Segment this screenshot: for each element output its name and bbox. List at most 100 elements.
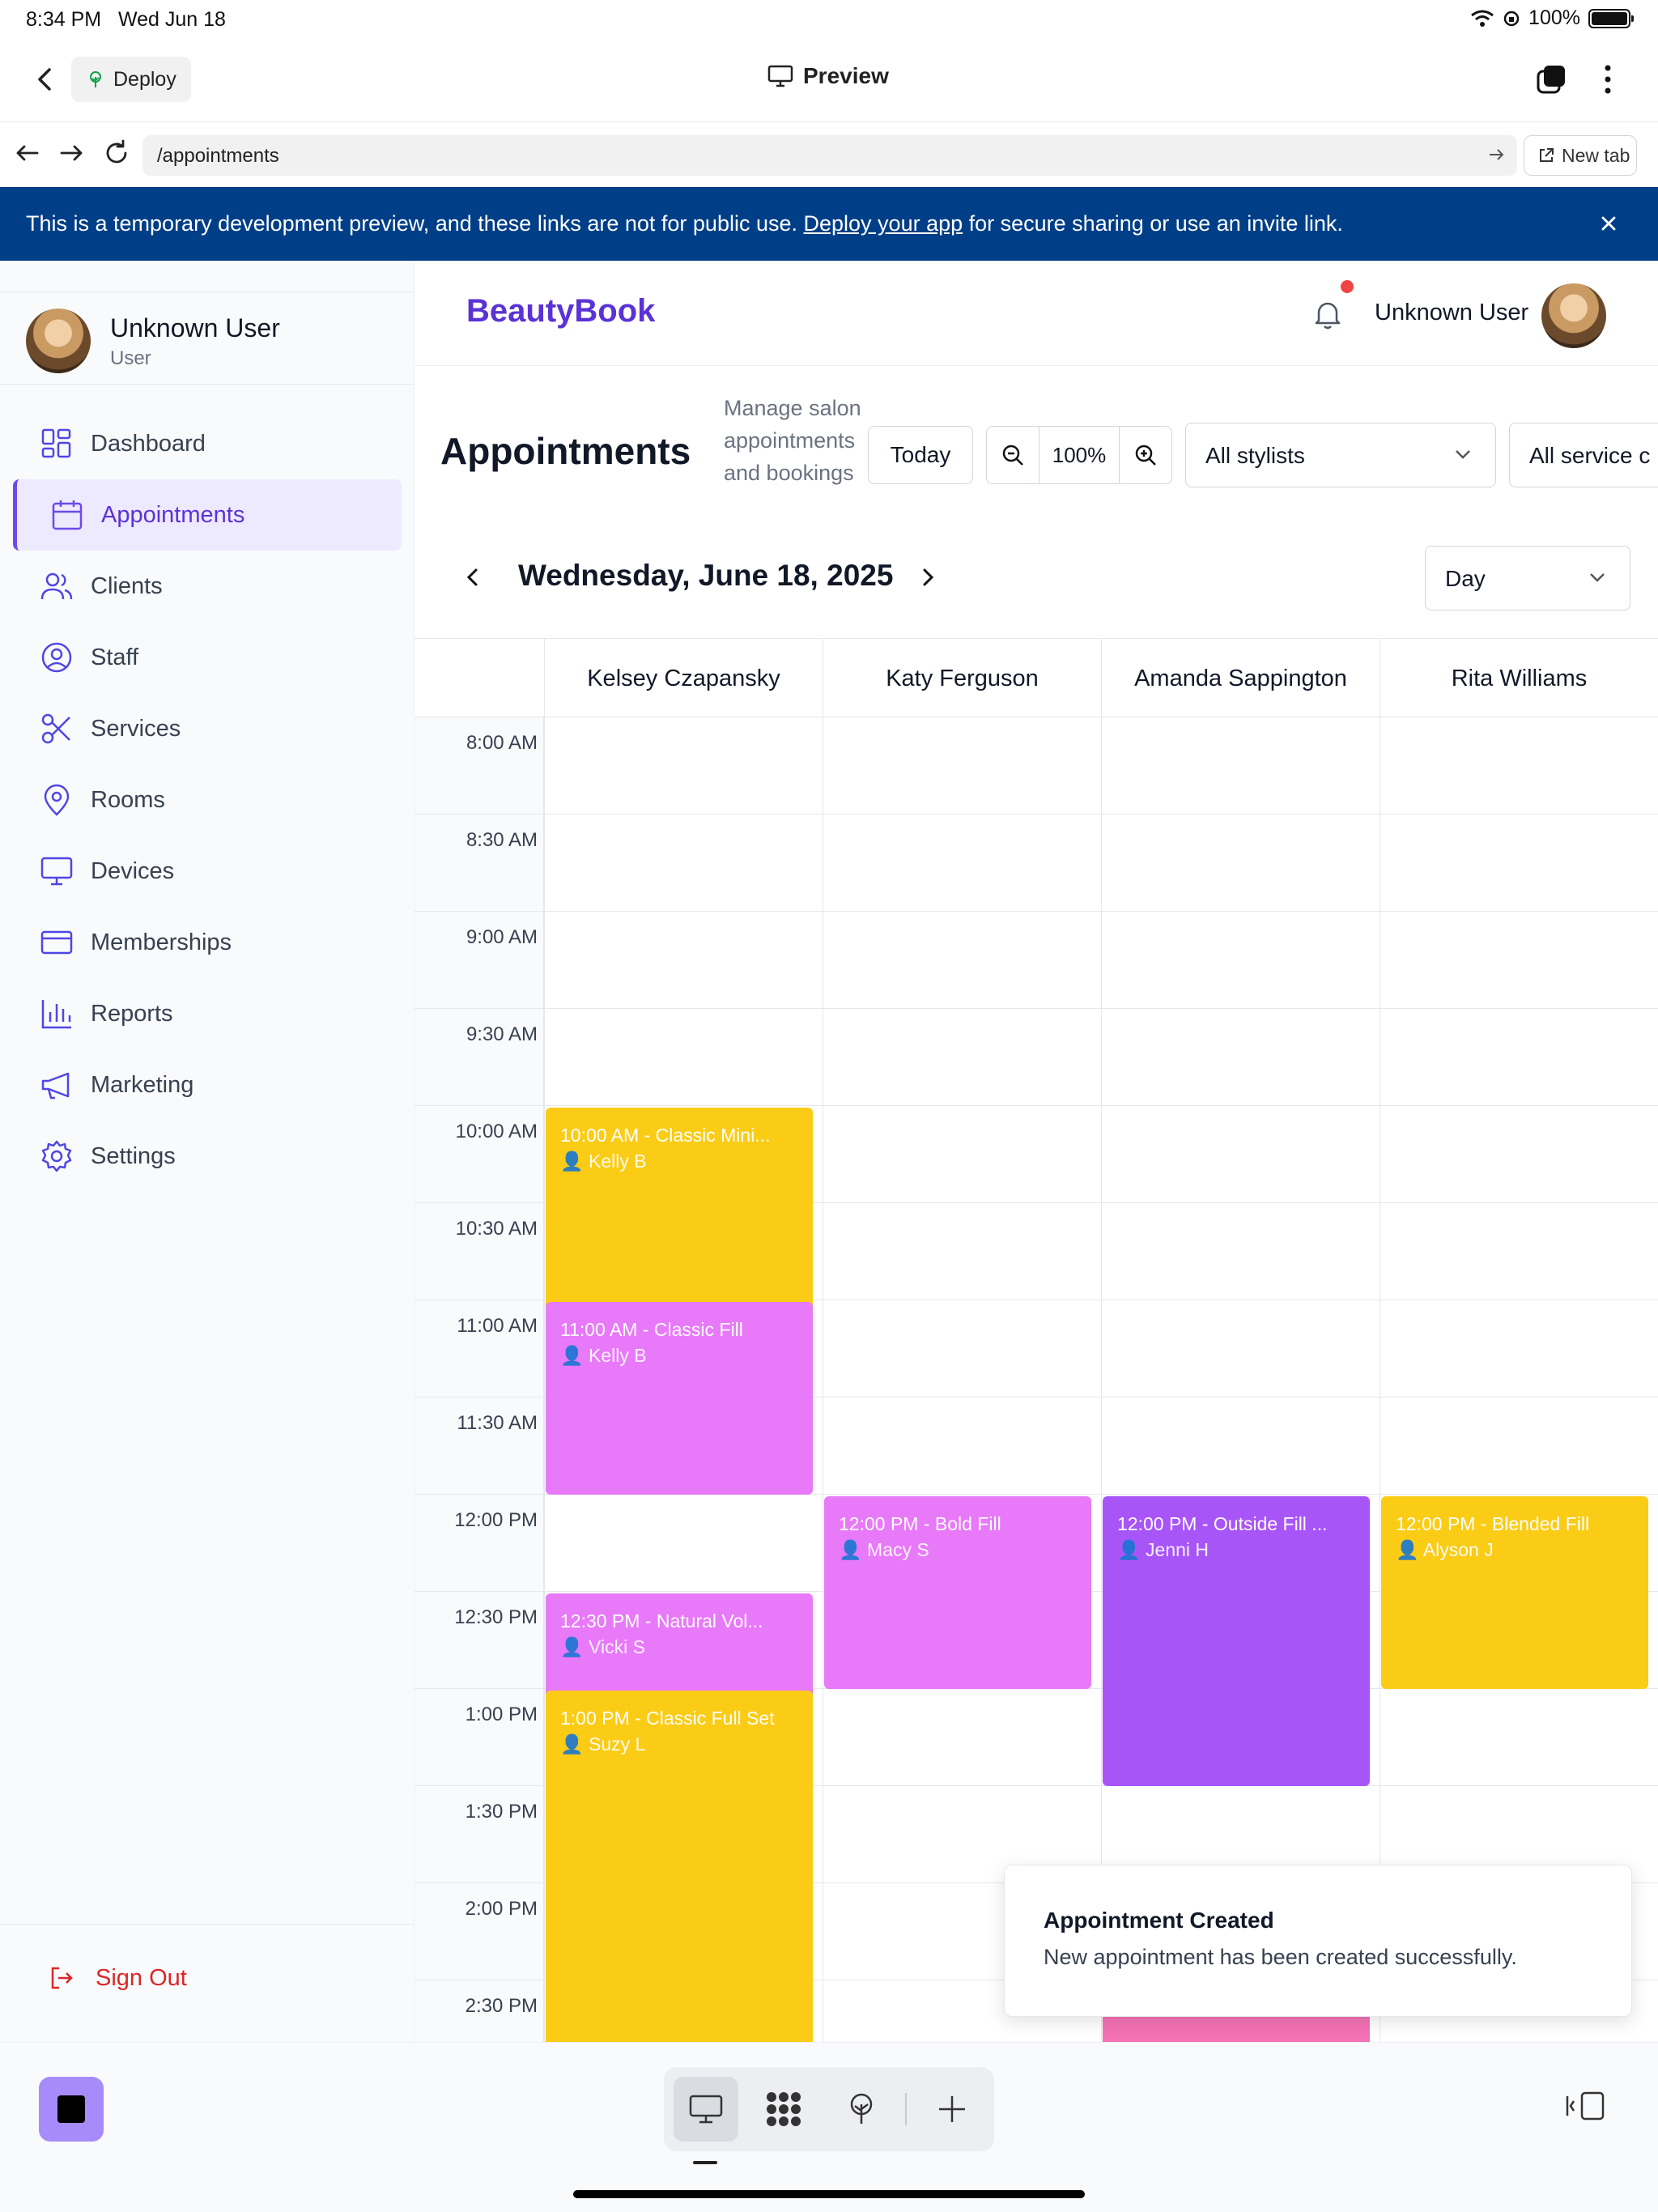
stylist-filter-select[interactable]: All stylists <box>1185 423 1496 487</box>
brand-logo[interactable]: BeautyBook <box>466 293 655 330</box>
new-tab-button[interactable]: New tab <box>1524 135 1637 176</box>
appointment-title: 12:30 PM - Natural Vol... <box>560 1610 763 1631</box>
header-user-name[interactable]: Unknown User <box>1375 300 1528 326</box>
appointment-card[interactable]: 12:30 PM - Natural Vol... 👤 Vicki S <box>546 1593 813 1699</box>
appointment-title: 10:00 AM - Classic Mini... <box>560 1125 771 1146</box>
arrow-right-icon[interactable] <box>57 138 86 168</box>
appointment-card[interactable]: 12:00 PM - Blended Fill 👤 Alyson J <box>1381 1496 1648 1689</box>
deploy-tab-button[interactable] <box>829 2077 894 2142</box>
client-name: Jenni H <box>1146 1539 1209 1560</box>
stylist-column-header: Katy Ferguson <box>823 639 1101 718</box>
appointment-card[interactable]: 12:00 PM - Outside Fill ... 👤 Jenni H <box>1103 1496 1370 1786</box>
arrow-left-icon[interactable] <box>13 138 42 168</box>
copy-icon[interactable] <box>1535 63 1567 96</box>
sidebar-item-dashboard[interactable]: Dashboard <box>13 408 402 479</box>
deploy-app-link[interactable]: Deploy your app <box>804 211 963 236</box>
time-slot-label: 12:00 PM <box>454 1509 538 1531</box>
sidebar-item-settings[interactable]: Settings <box>13 1121 402 1192</box>
toast-notification[interactable]: Appointment Created New appointment has … <box>1004 1865 1632 2017</box>
sidebar-item-marketing[interactable]: Marketing <box>13 1049 402 1121</box>
bell-icon[interactable] <box>1310 296 1346 332</box>
back-chevron-icon[interactable] <box>29 63 62 96</box>
bottom-dock <box>664 2067 994 2151</box>
reload-icon[interactable] <box>102 138 131 168</box>
sidebar-item-memberships[interactable]: Memberships <box>13 907 402 978</box>
sidebar-item-reports[interactable]: Reports <box>13 978 402 1049</box>
time-slot-row[interactable]: 9:30 AM <box>414 1009 1658 1106</box>
avatar <box>26 308 91 373</box>
stop-button[interactable] <box>39 2077 104 2142</box>
credit-card-icon <box>40 930 73 955</box>
deploy-button[interactable]: Deploy <box>71 57 191 102</box>
calendar-header: Kelsey Czapansky Katy Ferguson Amanda Sa… <box>414 638 1658 718</box>
new-tab-label: New tab <box>1562 144 1630 166</box>
sidebar-item-services[interactable]: Services <box>13 693 402 764</box>
sidebar-item-label: Marketing <box>91 1071 194 1098</box>
service-filter-select[interactable]: All service c <box>1509 423 1658 487</box>
appointment-client: 👤 Kelly B <box>560 1345 647 1366</box>
appointment-card[interactable]: 11:00 AM - Classic Fill 👤 Kelly B <box>546 1302 813 1495</box>
avatar[interactable] <box>1541 283 1606 348</box>
zoom-out-button[interactable] <box>987 427 1039 483</box>
appointment-title: 1:00 PM - Classic Full Set <box>560 1708 775 1729</box>
add-button[interactable] <box>920 2077 984 2142</box>
notification-badge <box>1341 280 1354 293</box>
time-slot-row[interactable]: 8:00 AM <box>414 717 1658 815</box>
time-slot-label: 12:30 PM <box>454 1606 538 1628</box>
client-name: Kelly B <box>589 1151 647 1172</box>
column-divider <box>544 717 545 2042</box>
sidebar-item-staff[interactable]: Staff <box>13 622 402 693</box>
external-link-icon <box>1540 148 1554 162</box>
page-description: Manage salon appointments and bookings <box>724 396 861 485</box>
sidebar-item-label: Reports <box>91 1000 173 1027</box>
preview-label: Preview <box>803 63 889 88</box>
zoom-level: 100% <box>1039 427 1120 483</box>
time-slot-label: 2:00 PM <box>465 1898 538 1920</box>
chevron-left-icon[interactable] <box>461 564 484 591</box>
sidebar-item-label: Services <box>91 715 181 742</box>
status-right: 100% <box>1470 6 1634 30</box>
appointment-card[interactable]: 1:00 PM - Classic Full Set 👤 Suzy L <box>546 1691 813 2042</box>
appointment-card[interactable]: 10:00 AM - Classic Mini... 👤 Kelly B <box>546 1108 813 1310</box>
today-button[interactable]: Today <box>868 426 973 484</box>
appointment-card[interactable]: 12:00 PM - Bold Fill 👤 Macy S <box>824 1496 1091 1689</box>
dashboard-icon <box>41 428 71 458</box>
toast-message: New appointment has been created success… <box>1044 1945 1517 1969</box>
orientation-lock-icon <box>1503 11 1520 26</box>
sidebar-item-appointments[interactable]: Appointments <box>13 479 402 551</box>
client-name: Suzy L <box>589 1733 646 1755</box>
url-input[interactable]: /appointments <box>142 135 1517 176</box>
service-filter-value: All service c <box>1529 443 1651 468</box>
sidebar-toggle-icon[interactable] <box>1564 2088 1606 2124</box>
go-arrow-icon[interactable] <box>1486 145 1506 164</box>
apps-grid-button[interactable] <box>751 2077 816 2142</box>
time-slot-label: 1:30 PM <box>465 1801 538 1823</box>
calendar-icon <box>52 500 83 530</box>
appointment-title: 12:00 PM - Bold Fill <box>839 1513 1001 1534</box>
chevron-right-icon[interactable] <box>916 564 939 591</box>
sidebar-item-rooms[interactable]: Rooms <box>13 764 402 836</box>
gear-icon <box>41 1140 72 1172</box>
sign-out-button[interactable]: Sign Out <box>49 1964 187 1992</box>
zoom-in-button[interactable] <box>1120 427 1171 483</box>
sidebar-item-label: Staff <box>91 644 139 670</box>
time-slot-label: 8:00 AM <box>466 732 538 754</box>
appointment-client: 👤 Jenni H <box>1117 1539 1209 1560</box>
time-slot-row[interactable]: 9:00 AM <box>414 912 1658 1009</box>
users-icon <box>40 572 73 600</box>
grid-dots-icon <box>767 2092 801 2126</box>
close-icon[interactable] <box>1596 211 1621 236</box>
sidebar-item-devices[interactable]: Devices <box>13 836 402 907</box>
logout-icon <box>51 1967 73 1989</box>
more-vertical-icon[interactable] <box>1593 63 1622 96</box>
view-mode-select[interactable]: Day <box>1425 546 1630 610</box>
preview-tab-button[interactable] <box>674 2077 738 2142</box>
time-slot-row[interactable]: 8:30 AM <box>414 815 1658 912</box>
zoom-in-icon <box>1135 445 1156 466</box>
appointment-client: 👤 Macy S <box>839 1539 929 1560</box>
monitor-icon <box>689 2095 723 2124</box>
active-tab-indicator <box>693 2161 717 2164</box>
appointment-title: 12:00 PM - Blended Fill <box>1396 1513 1590 1534</box>
sidebar-item-clients[interactable]: Clients <box>13 551 402 622</box>
time-slot-label: 2:30 PM <box>465 1995 538 2017</box>
